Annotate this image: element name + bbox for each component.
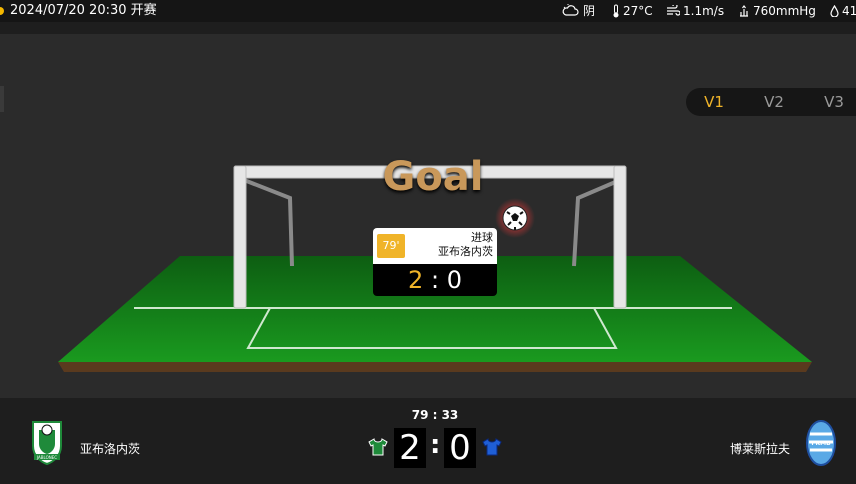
away-crest-text: FKMB [811, 440, 831, 447]
home-shirt-icon [368, 438, 388, 456]
weather-condition: 阴 [562, 0, 595, 22]
view-switcher: V1 V2 V3 [686, 88, 856, 116]
view-v1-tab[interactable]: V1 [686, 88, 742, 116]
popup-header: 79' 进球 亚布洛内茨 [373, 228, 497, 264]
away-score: 0 [444, 428, 476, 468]
pressure-text: 760mmHg [753, 4, 816, 18]
event-team: 亚布洛内茨 [438, 245, 493, 258]
match-clock: 79 : 33 [411, 408, 459, 422]
popup-away-score: 0 [446, 266, 462, 294]
weather-text: 阴 [583, 4, 596, 18]
humidity-drop-icon [830, 5, 839, 17]
away-team-crest: FKMB [806, 420, 836, 466]
away-team-name: 博莱斯拉夫 [729, 442, 790, 456]
humidity-text: 41 [842, 4, 856, 18]
home-score: 2 [394, 428, 426, 468]
away-shirt-icon [482, 438, 502, 456]
event-minute-badge: 79' [377, 234, 405, 258]
temperature: 27°C [612, 0, 653, 22]
goal-event-popup: 79' 进球 亚布洛内茨 2 : 0 [373, 228, 497, 296]
wind: 1.1m/s [666, 0, 724, 22]
popup-score-separator: : [430, 266, 440, 294]
scoreboard: 79 : 33 JABLONEC 亚布洛内茨 2 : 0 博莱斯拉夫 FKMB [0, 400, 856, 484]
football-icon [502, 205, 528, 231]
event-type: 进球 [471, 231, 493, 244]
event-title: Goal [382, 154, 484, 200]
cloudy-weather-icon [562, 4, 579, 16]
wind-text: 1.1m/s [683, 4, 725, 18]
temperature-text: 27°C [623, 4, 653, 18]
popup-home-score: 2 [408, 266, 424, 294]
popup-score: 2 : 0 [373, 264, 497, 296]
view-v3-tab[interactable]: V3 [806, 88, 856, 116]
view-v2-tab[interactable]: V2 [746, 88, 802, 116]
home-team-name: 亚布洛内茨 [80, 442, 141, 456]
score-separator: : [430, 430, 441, 460]
humidity: 41 [830, 0, 856, 22]
pressure-icon [740, 5, 748, 17]
home-team-crest: JABLONEC [32, 421, 62, 466]
status-dot [0, 7, 4, 15]
pressure: 760mmHg [738, 0, 816, 22]
match-datetime: 2024/07/20 20:30 开赛 [10, 3, 157, 18]
top-bar: 2024/07/20 20:30 开赛 阴 27°C 1.1m/s 760mmH… [0, 0, 856, 22]
pitch-soil [58, 362, 812, 372]
event-detail: 进球 亚布洛内茨 [438, 231, 493, 259]
animation-stage: Goal V1 V2 V3 [0, 34, 856, 398]
wind-icon [667, 5, 680, 16]
thermometer-icon [613, 4, 619, 18]
home-crest-text: JABLONEC [36, 455, 57, 460]
